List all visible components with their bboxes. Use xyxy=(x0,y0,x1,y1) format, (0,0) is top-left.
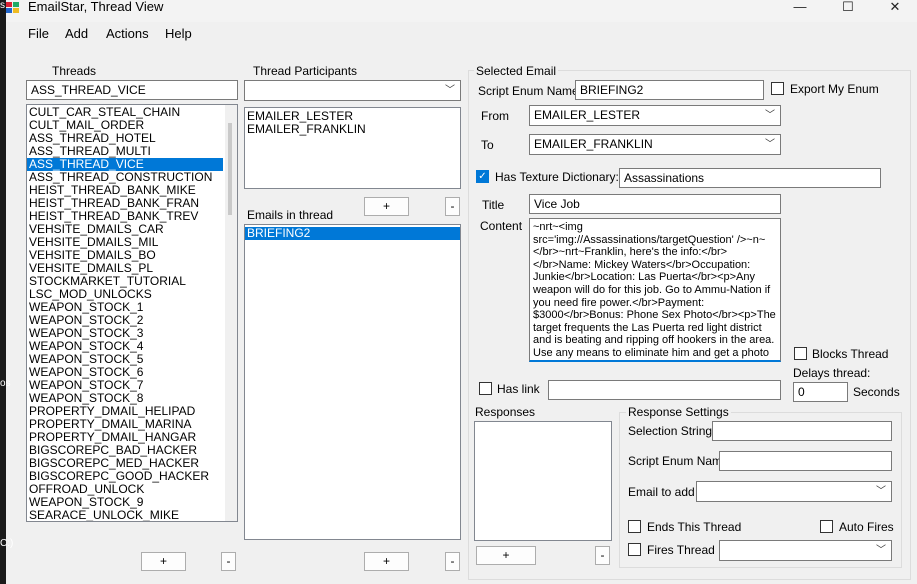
participants-list[interactable]: EMAILER_LESTER EMAILER_FRANKLIN xyxy=(244,107,461,189)
selected-email-label: Selected Email xyxy=(474,64,559,78)
participant-list-item[interactable]: EMAILER_FRANKLIN xyxy=(245,123,460,136)
script-enum-label: Script Enum Name xyxy=(478,84,579,98)
response-settings-label: Response Settings xyxy=(626,405,731,419)
email-to-add-select[interactable]: ﹀ xyxy=(696,481,892,502)
participants-label: Thread Participants xyxy=(253,64,358,78)
chevron-down-icon: ﹀ xyxy=(876,545,886,556)
menu-add[interactable]: Add xyxy=(65,26,88,41)
title-label: Title xyxy=(482,198,505,212)
to-label: To xyxy=(481,138,494,152)
menu-help[interactable]: Help xyxy=(165,26,192,41)
content-textarea[interactable]: ~nrt~<img src='img://Assassinations/targ… xyxy=(529,218,781,362)
script-enum-input[interactable]: BRIEFING2 xyxy=(575,80,764,100)
blocks-thread-checkbox[interactable] xyxy=(794,347,807,360)
seconds-label: Seconds xyxy=(853,385,900,399)
remove-thread-button[interactable]: - xyxy=(221,552,236,571)
from-value: EMAILER_LESTER xyxy=(534,108,641,122)
selection-string-label: Selection String xyxy=(628,424,713,438)
app-icon xyxy=(6,2,20,14)
background-window-edge xyxy=(0,0,6,584)
export-enum-checkbox[interactable] xyxy=(771,82,784,95)
remove-participant-button[interactable]: - xyxy=(445,197,460,216)
add-participant-button[interactable]: + xyxy=(364,197,409,216)
menu-file[interactable]: File xyxy=(28,26,49,41)
chevron-down-icon: ﹀ xyxy=(876,486,886,497)
blocks-thread-label: Blocks Thread xyxy=(812,347,889,361)
fires-thread-checkbox[interactable] xyxy=(628,543,641,556)
edge-text-middle: os xyxy=(0,378,11,389)
has-texture-checkbox[interactable]: ✓ xyxy=(476,170,489,183)
menu-actions[interactable]: Actions xyxy=(106,26,149,41)
link-input[interactable] xyxy=(548,380,781,400)
participant-select[interactable]: ﹀ xyxy=(244,80,461,101)
threads-label: Threads xyxy=(52,64,97,78)
add-thread-button[interactable]: + xyxy=(141,552,186,571)
responses-list[interactable] xyxy=(474,421,612,541)
remove-response-button[interactable]: - xyxy=(595,546,610,565)
edge-text-top: s xyxy=(0,0,5,11)
thread-list-item[interactable]: SEARACE_UNLOCK_MIKE xyxy=(27,509,223,522)
maximize-button[interactable]: ☐ xyxy=(826,0,870,16)
export-enum-label: Export My Enum xyxy=(790,82,879,96)
from-label: From xyxy=(481,109,509,123)
add-email-button[interactable]: + xyxy=(364,552,409,571)
to-select[interactable]: EMAILER_FRANKLIN ﹀ xyxy=(529,134,781,155)
email-to-add-label: Email to add xyxy=(628,485,695,499)
auto-fires-label: Auto Fires xyxy=(839,520,894,534)
selection-string-input[interactable] xyxy=(712,421,892,441)
fires-thread-select[interactable]: ﹀ xyxy=(719,540,892,561)
window-title: EmailStar, Thread View xyxy=(28,0,164,14)
add-response-button[interactable]: + xyxy=(476,546,536,565)
content-label: Content xyxy=(480,219,523,233)
ends-thread-label: Ends This Thread xyxy=(647,520,742,534)
texture-input[interactable]: Assassinations xyxy=(619,168,881,188)
title-input[interactable]: Vice Job xyxy=(529,194,781,214)
thread-filter-input[interactable]: ASS_THREAD_VICE xyxy=(26,80,238,100)
chevron-down-icon: ﹀ xyxy=(445,85,455,96)
delays-input[interactable]: 0 xyxy=(793,382,848,402)
ends-thread-checkbox[interactable] xyxy=(628,520,641,533)
fires-thread-label: Fires Thread xyxy=(647,543,715,557)
response-enum-input[interactable] xyxy=(719,451,892,471)
responses-label: Responses xyxy=(475,405,536,419)
close-button[interactable]: ✕ xyxy=(873,0,917,16)
delays-thread-label: Delays thread: xyxy=(793,366,871,380)
chevron-down-icon: ﹀ xyxy=(765,139,775,150)
minimize-button[interactable]: — xyxy=(778,0,822,16)
edge-text-bottom: C:) xyxy=(0,538,14,549)
email-list-item[interactable]: BRIEFING2 xyxy=(245,227,460,240)
has-link-checkbox[interactable] xyxy=(479,382,492,395)
to-value: EMAILER_FRANKLIN xyxy=(534,137,653,151)
auto-fires-checkbox[interactable] xyxy=(820,520,833,533)
threads-scrollbar[interactable] xyxy=(225,105,237,521)
has-link-label: Has link xyxy=(497,382,540,396)
threads-scroll-thumb[interactable] xyxy=(228,123,232,215)
emails-list[interactable]: BRIEFING2 xyxy=(244,224,461,540)
threads-list[interactable]: CULT_CAR_STEAL_CHAIN CULT_MAIL_ORDER ASS_T… xyxy=(26,104,238,522)
remove-email-button[interactable]: - xyxy=(445,552,460,571)
response-enum-label: Script Enum Name xyxy=(628,454,729,468)
from-select[interactable]: EMAILER_LESTER ﹀ xyxy=(529,105,781,126)
chevron-down-icon: ﹀ xyxy=(765,110,775,121)
emails-label: Emails in thread xyxy=(247,208,334,222)
has-texture-label: Has Texture Dictionary: xyxy=(495,170,619,184)
